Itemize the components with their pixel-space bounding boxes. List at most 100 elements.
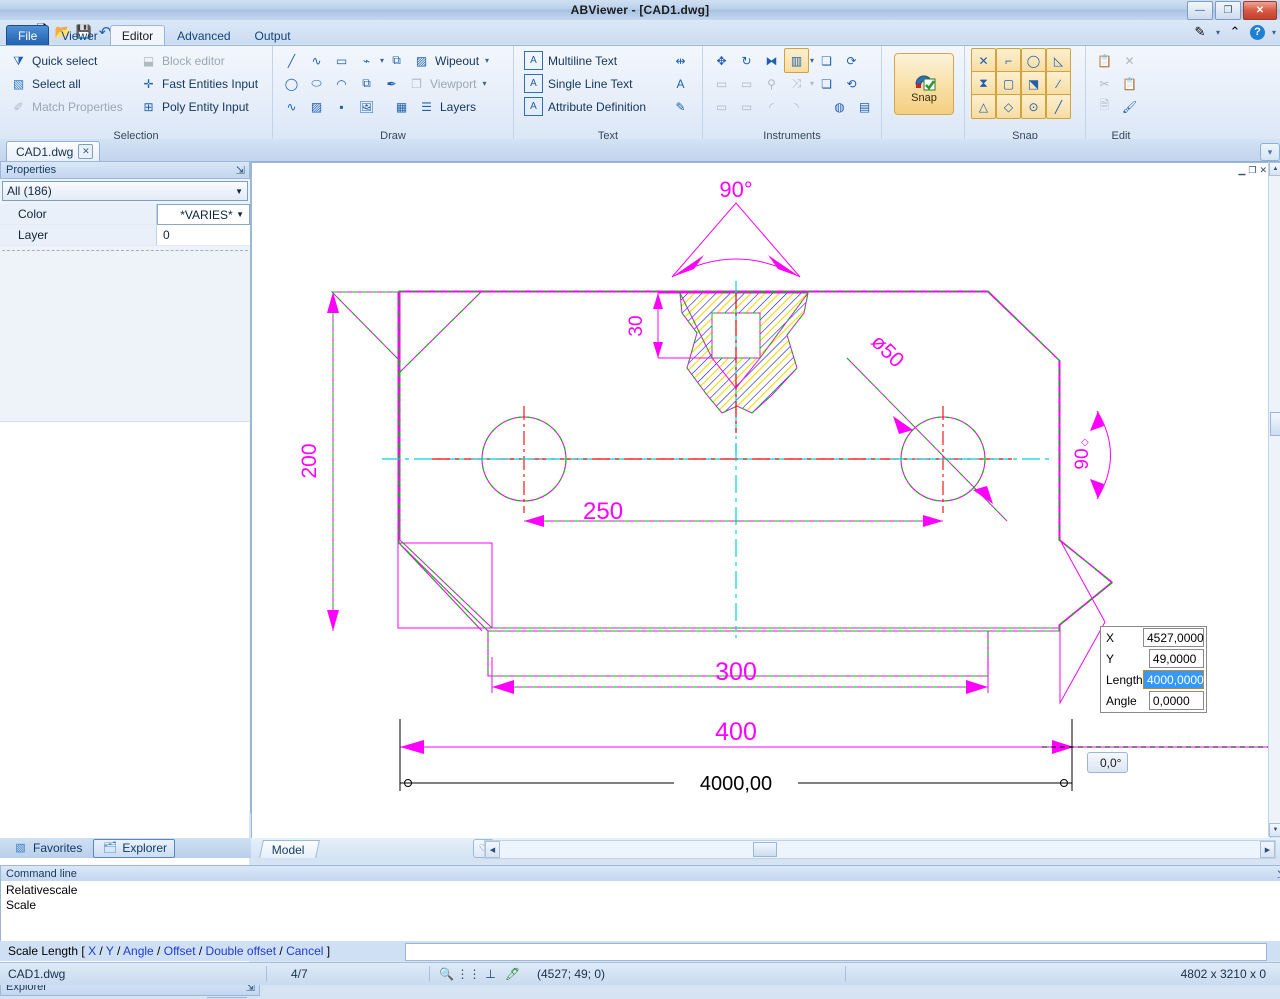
viewport-button[interactable]: ❐ Viewport ▾ (404, 72, 491, 95)
union-tool-icon[interactable]: ◍ (827, 94, 852, 119)
snap-intersection-icon[interactable]: ⬔ (1021, 71, 1046, 96)
table-tool-icon[interactable]: ▦ (389, 94, 414, 119)
grid-icon[interactable]: ⋮⋮ (457, 966, 481, 983)
select-all-button[interactable]: ▧ Select all (6, 72, 85, 95)
offset-tool-icon[interactable]: ⟳ (839, 48, 864, 73)
property-row-color[interactable]: Color *VARIES* ▼ (0, 204, 250, 225)
snap-extension-icon[interactable]: ╱ (1046, 94, 1071, 119)
osnap-icon[interactable]: 🔍 (438, 966, 455, 983)
align-tool-icon[interactable]: ⤨ (784, 71, 809, 96)
duplicate-icon[interactable]: 🗎 (1092, 94, 1117, 119)
wipeout-button[interactable]: ▨ Wipeout ▾ (409, 49, 493, 72)
tab-explorer[interactable]: 🗂 Explorer (93, 838, 176, 858)
tab-advanced[interactable]: Advanced (165, 25, 242, 46)
snap-nearest-icon[interactable]: ⊙ (1021, 94, 1046, 119)
document-tab-close-icon[interactable]: ✕ (78, 144, 94, 159)
explorer-splitter[interactable] (2, 994, 247, 999)
break-at-point-tool-icon[interactable]: ▭ (734, 94, 759, 119)
fillet-tool-icon[interactable]: ◜ (759, 94, 784, 119)
circle-tool-icon[interactable]: ◯ (279, 71, 304, 96)
lineweight-icon[interactable]: 🖊 (504, 966, 521, 983)
scroll-up-icon[interactable]: ▲ (1269, 162, 1280, 176)
horizontal-scroll-thumb[interactable] (753, 842, 777, 857)
ellipse-tool-icon[interactable]: ⬭ (304, 71, 329, 96)
prompt-option-x[interactable]: X (88, 944, 96, 958)
scroll-down-icon[interactable]: ▼ (1269, 823, 1280, 837)
text-style-icon[interactable]: A (668, 71, 693, 96)
array-tool-icon[interactable]: ❏ (814, 48, 839, 73)
copy-array-tool-icon[interactable]: ❏ (814, 71, 839, 96)
clear-format-icon[interactable]: 🖌 (1117, 94, 1142, 119)
stretch-tool-icon[interactable]: ⚲ (759, 71, 784, 96)
tab-viewer[interactable]: Viewer (49, 25, 109, 46)
paste-icon[interactable]: 📋 (1092, 48, 1117, 73)
block-insert-tool-icon[interactable]: ⧉ (384, 48, 409, 73)
delete-icon[interactable]: ✕ (1117, 48, 1142, 73)
ortho-icon[interactable]: ⊥ (482, 966, 499, 983)
wipeout-caret-icon[interactable]: ▾ (485, 56, 489, 65)
match-properties-button[interactable]: ✐ Match Properties (6, 95, 127, 118)
property-row-layer[interactable]: Layer 0 (0, 225, 250, 246)
coord-input-length[interactable]: 4000,0000 (1143, 670, 1204, 689)
coord-input-angle[interactable]: 0,0000 (1148, 691, 1204, 710)
tab-editor[interactable]: Editor (109, 25, 166, 46)
snap-perpendicular-icon[interactable]: ⌐ (996, 48, 1021, 73)
vertical-scroll-thumb[interactable] (1270, 412, 1280, 436)
hatch-tool-icon[interactable]: ▨ (304, 94, 329, 119)
attribute-definition-button[interactable]: A Attribute Definition (520, 95, 668, 118)
coordinate-input-panel[interactable]: X 4527,0000 Y 49,0000 Length 4000,0000 A… (1100, 626, 1207, 713)
copy-entity-tool-icon[interactable]: ⧉ (354, 71, 379, 96)
prompt-option-offset[interactable]: Offset (164, 944, 196, 958)
polyline-tool-icon[interactable]: ∿ (304, 48, 329, 73)
pin-icon[interactable]: ⇲ (236, 164, 245, 177)
tab-file[interactable]: File (6, 25, 50, 46)
canvas-vertical-scrollbar[interactable]: ▲ ▼ (1268, 162, 1280, 837)
copy-clipboard-icon[interactable]: 📋 (1117, 71, 1142, 96)
point-tool-icon[interactable]: ▪ (329, 94, 354, 119)
spline-tool-icon[interactable]: ⌁ (354, 48, 379, 73)
edit-text-icon[interactable]: ✎ (668, 94, 693, 119)
prompt-option-double-offset[interactable]: Double offset (206, 944, 277, 958)
snap-toggle-button[interactable]: Snap (894, 53, 954, 115)
coord-input-x[interactable]: 4527,0000 (1143, 628, 1204, 647)
properties-filter-combo[interactable]: All (186) ▼ (2, 181, 248, 201)
fast-entities-input-button[interactable]: ✛ Fast Entities Input (136, 72, 262, 95)
scale-tool-icon[interactable]: ▥ (784, 48, 809, 73)
snap-apparent-icon[interactable]: △ (971, 94, 996, 119)
snap-center-icon[interactable]: ◯ (1021, 48, 1046, 73)
snap-node-icon[interactable]: ▢ (996, 71, 1021, 96)
restore-button[interactable]: ❐ (1215, 1, 1241, 20)
drawing-canvas[interactable]: ▁ ❐ ✕ 90° 30 200 ø50 90 ◇ 250 300 400 40… (251, 162, 1271, 839)
revolve-tool-icon[interactable]: ⟲ (839, 71, 864, 96)
scroll-left-icon[interactable]: ◀ (485, 841, 500, 858)
block-editor-button[interactable]: ⬓ Block editor (136, 49, 229, 72)
document-tab-cad1[interactable]: CAD1.dwg ✕ (6, 141, 101, 161)
rectangle-tool-icon[interactable]: ▭ (329, 48, 354, 73)
snap-parallel-icon[interactable]: ∕ (1046, 71, 1071, 96)
prompt-option-cancel[interactable]: Cancel (286, 944, 323, 958)
close-button[interactable]: ✕ (1243, 1, 1277, 20)
quick-select-button[interactable]: ⧩ Quick select (6, 49, 101, 72)
mirror-tool-icon[interactable]: ⧓ (759, 48, 784, 73)
command-history[interactable]: Relativescale Scale (0, 881, 1280, 942)
chamfer-tool-icon[interactable]: ◝ (784, 94, 809, 119)
snap-endpoint-icon[interactable]: ✕ (971, 48, 996, 73)
property-value-color[interactable]: *VARIES* ▼ (157, 204, 250, 225)
poly-entity-input-button[interactable]: ⊞ Poly Entity Input (136, 95, 253, 118)
minimize-button[interactable]: — (1187, 1, 1213, 20)
trim-tool-icon[interactable]: ▭ (709, 71, 734, 96)
command-input[interactable] (405, 943, 1267, 961)
curve-tool-icon[interactable]: ∿ (279, 94, 304, 119)
move-tool-icon[interactable]: ✥ (709, 48, 734, 73)
arc-tool-icon[interactable]: ◠ (329, 71, 354, 96)
tab-list-dropdown-icon[interactable]: ▾ (1260, 143, 1280, 161)
snap-quadrant-icon[interactable]: ◇ (996, 94, 1021, 119)
prompt-option-angle[interactable]: Angle (123, 944, 154, 958)
tab-output[interactable]: Output (243, 25, 303, 46)
scroll-right-icon[interactable]: ▶ (1260, 841, 1275, 858)
prompt-option-y[interactable]: Y (106, 944, 114, 958)
single-line-text-button[interactable]: A Single Line Text (520, 72, 668, 95)
cut-icon[interactable]: ✂ (1092, 71, 1117, 96)
snap-tangent-icon[interactable]: ◺ (1046, 48, 1071, 73)
rotate-tool-icon[interactable]: ↻ (734, 48, 759, 73)
